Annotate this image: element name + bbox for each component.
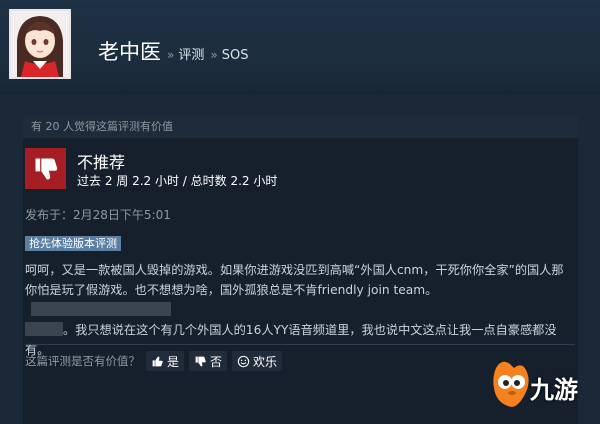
recommendation-title: 不推荐: [77, 153, 126, 172]
vote-no-button[interactable]: 否: [189, 351, 228, 371]
review-body: 呵呵，又是一款被国人毁掉的游戏。如果你进游戏没匹到高喊“外国人cnm，干死你你全…: [25, 260, 580, 360]
avatar[interactable]: [9, 9, 71, 79]
user-name-link[interactable]: 老中医: [98, 36, 161, 66]
vote-funny-button[interactable]: 欢乐: [232, 351, 283, 371]
thumbs-down-badge: [25, 148, 66, 189]
thumbs-down-icon: [35, 158, 57, 179]
vote-row: 这篇评测是否有价值？ 是 否 欢乐: [25, 350, 287, 372]
breadcrumb: 老中医 » 评测 » SOS: [98, 36, 248, 66]
vote-question: 这篇评测是否有价值？: [25, 354, 140, 368]
redacted-text: [25, 322, 63, 336]
breadcrumb-reviews-link[interactable]: 评测: [178, 44, 204, 63]
redacted-text: [31, 302, 171, 316]
vote-yes-label: 是: [167, 354, 180, 369]
posted-date: 发布于：2月28日下午5:01: [25, 208, 171, 222]
helpful-count: 有 20 人觉得这篇评测有价值: [23, 116, 578, 138]
review-line: 呵呵，又是一款被国人毁掉的游戏。如果你进游戏没匹到高喊“外国人cnm，干死你你全…: [25, 263, 564, 277]
early-access-badge: 抢先体验版本评测: [25, 236, 121, 251]
thumbs-down-icon: [195, 356, 206, 366]
profile-header: 老中医 » 评测 » SOS: [0, 0, 600, 95]
breadcrumb-separator: »: [210, 48, 218, 62]
vote-funny-label: 欢乐: [253, 354, 278, 369]
thumbs-up-icon: [152, 356, 163, 366]
smiley-icon: [237, 355, 250, 367]
vote-yes-button[interactable]: 是: [146, 351, 185, 371]
review-line: 你怕是玩了假游戏。也不想想为啥，国外孤狼总是不肯friendly join te…: [25, 280, 580, 320]
breadcrumb-game-link[interactable]: SOS: [222, 48, 249, 63]
vote-no-label: 否: [210, 354, 223, 369]
watermark-text: 九游: [530, 376, 578, 404]
review-line: 。我只想说在这个有几个外国人的16人YY语音频道里，我也说中文这点让我一点自豪感…: [25, 320, 580, 340]
playtime-text: 过去 2 周 2.2 小时 / 总时数 2.2 小时: [77, 174, 278, 188]
divider: [25, 344, 575, 345]
breadcrumb-separator: »: [167, 48, 175, 62]
